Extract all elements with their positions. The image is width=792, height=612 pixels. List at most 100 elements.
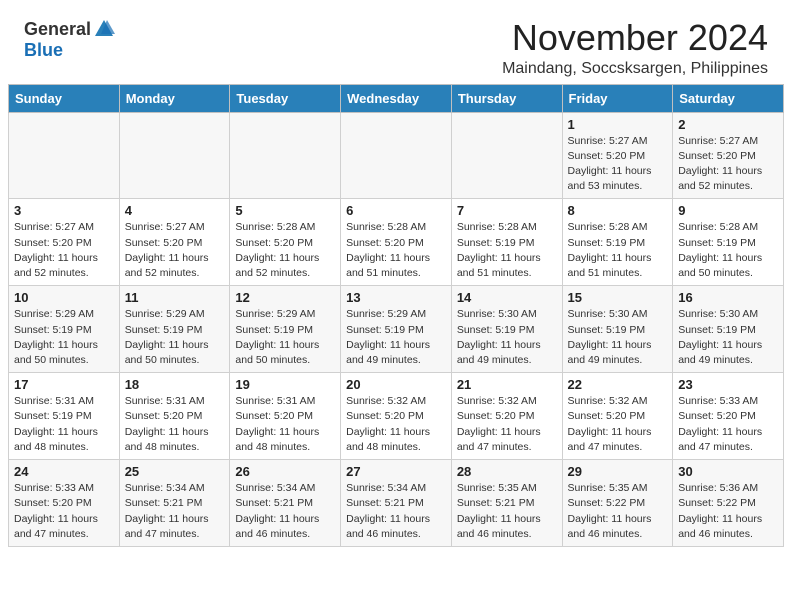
cell-content: Sunrise: 5:28 AM Sunset: 5:19 PM Dayligh… xyxy=(568,220,668,281)
cell-content: Sunrise: 5:35 AM Sunset: 5:21 PM Dayligh… xyxy=(457,481,557,542)
day-number: 28 xyxy=(457,464,557,479)
calendar-cell: 1 Sunrise: 5:27 AM Sunset: 5:20 PM Daylig… xyxy=(562,112,673,199)
cell-content: Sunrise: 5:35 AM Sunset: 5:22 PM Dayligh… xyxy=(568,481,668,542)
cell-content: Sunrise: 5:32 AM Sunset: 5:20 PM Dayligh… xyxy=(457,394,557,455)
calendar-week-5: 24 Sunrise: 5:33 AM Sunset: 5:20 PM Dayli… xyxy=(9,460,784,547)
calendar-cell: 7Sunrise: 5:28 AM Sunset: 5:19 PM Daylig… xyxy=(451,199,562,286)
cell-content: Sunrise: 5:34 AM Sunset: 5:21 PM Dayligh… xyxy=(235,481,335,542)
day-number: 2 xyxy=(678,117,778,132)
calendar-header-row: SundayMondayTuesdayWednesdayThursdayFrid… xyxy=(9,84,784,112)
calendar-cell xyxy=(119,112,230,199)
day-number: 18 xyxy=(125,377,225,392)
day-number: 12 xyxy=(235,290,335,305)
calendar-cell xyxy=(9,112,120,199)
calendar-cell: 3Sunrise: 5:27 AM Sunset: 5:20 PM Daylig… xyxy=(9,199,120,286)
calendar-week-1: 1 Sunrise: 5:27 AM Sunset: 5:20 PM Daylig… xyxy=(9,112,784,199)
day-number: 1 xyxy=(568,117,668,132)
day-number: 30 xyxy=(678,464,778,479)
cell-content: Sunrise: 5:28 AM Sunset: 5:20 PM Dayligh… xyxy=(235,220,335,281)
calendar-cell: 19 Sunrise: 5:31 AM Sunset: 5:20 PM Dayli… xyxy=(230,373,341,460)
cell-content: Sunrise: 5:30 AM Sunset: 5:19 PM Dayligh… xyxy=(678,307,778,368)
logo-blue-text: Blue xyxy=(24,40,63,61)
calendar-cell: 8 Sunrise: 5:28 AM Sunset: 5:19 PM Daylig… xyxy=(562,199,673,286)
calendar-cell: 21Sunrise: 5:32 AM Sunset: 5:20 PM Dayli… xyxy=(451,373,562,460)
day-number: 16 xyxy=(678,290,778,305)
cell-content: Sunrise: 5:36 AM Sunset: 5:22 PM Dayligh… xyxy=(678,481,778,542)
calendar-cell: 16 Sunrise: 5:30 AM Sunset: 5:19 PM Dayli… xyxy=(673,286,784,373)
cell-content: Sunrise: 5:32 AM Sunset: 5:20 PM Dayligh… xyxy=(568,394,668,455)
day-number: 6 xyxy=(346,203,446,218)
cell-content: Sunrise: 5:30 AM Sunset: 5:19 PM Dayligh… xyxy=(457,307,557,368)
cell-content: Sunrise: 5:27 AM Sunset: 5:20 PM Dayligh… xyxy=(568,134,668,195)
day-header-saturday: Saturday xyxy=(673,84,784,112)
cell-content: Sunrise: 5:34 AM Sunset: 5:21 PM Dayligh… xyxy=(346,481,446,542)
calendar-cell xyxy=(451,112,562,199)
calendar-cell: 10Sunrise: 5:29 AM Sunset: 5:19 PM Dayli… xyxy=(9,286,120,373)
cell-content: Sunrise: 5:28 AM Sunset: 5:19 PM Dayligh… xyxy=(678,220,778,281)
calendar-week-3: 10Sunrise: 5:29 AM Sunset: 5:19 PM Dayli… xyxy=(9,286,784,373)
day-number: 9 xyxy=(678,203,778,218)
day-number: 25 xyxy=(125,464,225,479)
day-header-thursday: Thursday xyxy=(451,84,562,112)
cell-content: Sunrise: 5:27 AM Sunset: 5:20 PM Dayligh… xyxy=(125,220,225,281)
calendar-cell: 5 Sunrise: 5:28 AM Sunset: 5:20 PM Daylig… xyxy=(230,199,341,286)
calendar-cell: 11 Sunrise: 5:29 AM Sunset: 5:19 PM Dayli… xyxy=(119,286,230,373)
day-number: 5 xyxy=(235,203,335,218)
calendar-cell xyxy=(341,112,452,199)
calendar-cell: 15 Sunrise: 5:30 AM Sunset: 5:19 PM Dayli… xyxy=(562,286,673,373)
cell-content: Sunrise: 5:33 AM Sunset: 5:20 PM Dayligh… xyxy=(14,481,114,542)
calendar-cell: 20 Sunrise: 5:32 AM Sunset: 5:20 PM Dayli… xyxy=(341,373,452,460)
day-header-tuesday: Tuesday xyxy=(230,84,341,112)
cell-content: Sunrise: 5:29 AM Sunset: 5:19 PM Dayligh… xyxy=(14,307,114,368)
day-header-monday: Monday xyxy=(119,84,230,112)
cell-content: Sunrise: 5:31 AM Sunset: 5:20 PM Dayligh… xyxy=(235,394,335,455)
calendar-cell: 2 Sunrise: 5:27 AM Sunset: 5:20 PM Daylig… xyxy=(673,112,784,199)
day-number: 15 xyxy=(568,290,668,305)
day-number: 7 xyxy=(457,203,557,218)
calendar-cell: 29 Sunrise: 5:35 AM Sunset: 5:22 PM Dayli… xyxy=(562,460,673,547)
logo: General Blue xyxy=(24,18,115,61)
cell-content: Sunrise: 5:29 AM Sunset: 5:19 PM Dayligh… xyxy=(125,307,225,368)
day-header-friday: Friday xyxy=(562,84,673,112)
calendar-table: SundayMondayTuesdayWednesdayThursdayFrid… xyxy=(8,84,784,547)
cell-content: Sunrise: 5:31 AM Sunset: 5:20 PM Dayligh… xyxy=(125,394,225,455)
calendar-cell: 24 Sunrise: 5:33 AM Sunset: 5:20 PM Dayli… xyxy=(9,460,120,547)
day-number: 19 xyxy=(235,377,335,392)
calendar-wrapper: SundayMondayTuesdayWednesdayThursdayFrid… xyxy=(0,84,792,557)
day-number: 20 xyxy=(346,377,446,392)
calendar-cell: 23Sunrise: 5:33 AM Sunset: 5:20 PM Dayli… xyxy=(673,373,784,460)
calendar-cell: 18 Sunrise: 5:31 AM Sunset: 5:20 PM Dayli… xyxy=(119,373,230,460)
cell-content: Sunrise: 5:27 AM Sunset: 5:20 PM Dayligh… xyxy=(14,220,114,281)
location-title: Maindang, Soccsksargen, Philippines xyxy=(502,60,768,78)
calendar-cell: 28 Sunrise: 5:35 AM Sunset: 5:21 PM Dayli… xyxy=(451,460,562,547)
calendar-cell: 25 Sunrise: 5:34 AM Sunset: 5:21 PM Dayli… xyxy=(119,460,230,547)
calendar-cell: 9 Sunrise: 5:28 AM Sunset: 5:19 PM Daylig… xyxy=(673,199,784,286)
cell-content: Sunrise: 5:30 AM Sunset: 5:19 PM Dayligh… xyxy=(568,307,668,368)
calendar-cell: 22 Sunrise: 5:32 AM Sunset: 5:20 PM Dayli… xyxy=(562,373,673,460)
day-number: 14 xyxy=(457,290,557,305)
cell-content: Sunrise: 5:29 AM Sunset: 5:19 PM Dayligh… xyxy=(346,307,446,368)
calendar-cell: 27 Sunrise: 5:34 AM Sunset: 5:21 PM Dayli… xyxy=(341,460,452,547)
calendar-cell: 6 Sunrise: 5:28 AM Sunset: 5:20 PM Daylig… xyxy=(341,199,452,286)
day-header-sunday: Sunday xyxy=(9,84,120,112)
cell-content: Sunrise: 5:34 AM Sunset: 5:21 PM Dayligh… xyxy=(125,481,225,542)
day-number: 4 xyxy=(125,203,225,218)
cell-content: Sunrise: 5:28 AM Sunset: 5:20 PM Dayligh… xyxy=(346,220,446,281)
calendar-cell: 13Sunrise: 5:29 AM Sunset: 5:19 PM Dayli… xyxy=(341,286,452,373)
day-number: 11 xyxy=(125,290,225,305)
cell-content: Sunrise: 5:32 AM Sunset: 5:20 PM Dayligh… xyxy=(346,394,446,455)
month-title: November 2024 xyxy=(502,18,768,58)
calendar-cell: 30 Sunrise: 5:36 AM Sunset: 5:22 PM Dayli… xyxy=(673,460,784,547)
day-number: 27 xyxy=(346,464,446,479)
cell-content: Sunrise: 5:33 AM Sunset: 5:20 PM Dayligh… xyxy=(678,394,778,455)
day-header-wednesday: Wednesday xyxy=(341,84,452,112)
cell-content: Sunrise: 5:27 AM Sunset: 5:20 PM Dayligh… xyxy=(678,134,778,195)
cell-content: Sunrise: 5:31 AM Sunset: 5:19 PM Dayligh… xyxy=(14,394,114,455)
day-number: 26 xyxy=(235,464,335,479)
day-number: 24 xyxy=(14,464,114,479)
day-number: 29 xyxy=(568,464,668,479)
calendar-cell: 17Sunrise: 5:31 AM Sunset: 5:19 PM Dayli… xyxy=(9,373,120,460)
day-number: 22 xyxy=(568,377,668,392)
cell-content: Sunrise: 5:29 AM Sunset: 5:19 PM Dayligh… xyxy=(235,307,335,368)
day-number: 8 xyxy=(568,203,668,218)
